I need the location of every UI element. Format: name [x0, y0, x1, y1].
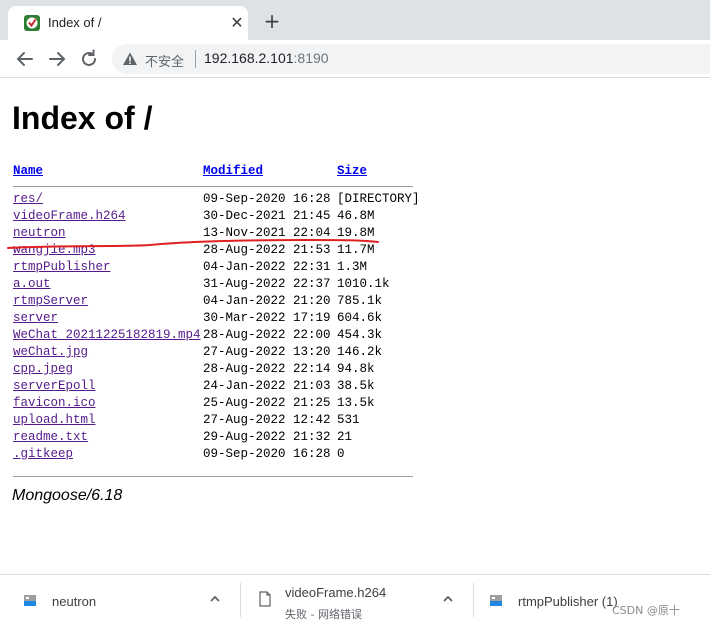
download-status: 失败 - 网络错误	[285, 608, 362, 621]
file-link[interactable]: rtmpPublisher	[13, 259, 111, 276]
download-bar: neutron videoFrame.h264 失败 - 网络错误 rtmpPu…	[0, 574, 710, 624]
download-name: videoFrame.h264	[285, 585, 387, 600]
file-size: 46.8M	[337, 209, 375, 223]
file-size: 1010.1k	[337, 277, 390, 291]
browser-tab[interactable]: Index of / ✕	[8, 6, 248, 40]
file-size: 13.5k	[337, 396, 375, 410]
modified-date: 28-Aug-2022 21:53	[203, 243, 331, 257]
file-link[interactable]: videoFrame.h264	[13, 208, 126, 225]
toolbar: 不安全 192.168.2.101:8190	[0, 40, 710, 78]
security-label[interactable]: 不安全	[145, 51, 184, 70]
modified-date: 27-Aug-2022 12:42	[203, 413, 331, 427]
file-link[interactable]: neutron	[13, 225, 66, 242]
file-link[interactable]: res/	[13, 191, 43, 208]
url-text[interactable]: 192.168.2.101:8190	[204, 50, 329, 66]
file-size: 21	[337, 430, 353, 444]
file-link[interactable]: WeChat_20211225182819.mp4	[13, 327, 201, 344]
file-link[interactable]: readme.txt	[13, 429, 88, 446]
divider	[13, 186, 413, 187]
server-signature: Mongoose/6.18	[12, 487, 123, 504]
modified-date: 13-Nov-2021 22:04	[203, 226, 331, 240]
modified-date: 31-Aug-2022 22:37	[203, 277, 331, 291]
modified-date: 30-Dec-2021 21:45	[203, 209, 331, 223]
file-size: 1.3M	[337, 260, 368, 274]
file-size: 11.7M	[337, 243, 375, 257]
modified-date: 29-Aug-2022 21:32	[203, 430, 331, 444]
sort-by-size-link[interactable]: Size	[337, 163, 367, 180]
file-icon	[24, 595, 36, 606]
file-size: 0	[337, 447, 345, 461]
page-content: Index of / Name Modified Size res/09-Sep…	[0, 78, 710, 574]
modified-date: 04-Jan-2022 22:31	[203, 260, 331, 274]
watermark: CSDN @原十	[612, 604, 680, 617]
file-link[interactable]: upload.html	[13, 412, 96, 429]
chevron-up-icon[interactable]	[441, 592, 455, 606]
file-size: 38.5k	[337, 379, 375, 393]
file-link[interactable]: server	[13, 310, 58, 327]
file-link[interactable]: serverEpoll	[13, 378, 96, 395]
tab-title: Index of /	[48, 15, 102, 30]
file-size: 454.3k	[337, 328, 383, 342]
modified-date: 28-Aug-2022 22:00	[203, 328, 331, 342]
file-size: [DIRECTORY]	[337, 192, 420, 206]
warning-icon[interactable]	[122, 51, 138, 67]
sort-by-modified-link[interactable]: Modified	[203, 163, 263, 180]
forward-icon[interactable]	[46, 48, 68, 70]
file-icon	[490, 595, 502, 606]
file-link[interactable]: favicon.ico	[13, 395, 96, 412]
file-link[interactable]: a.out	[13, 276, 51, 293]
file-link[interactable]: .gitkeep	[13, 446, 73, 463]
file-size: 94.8k	[337, 362, 375, 376]
file-size: 531	[337, 413, 360, 427]
file-link[interactable]: rtmpServer	[13, 293, 88, 310]
file-size: 785.1k	[337, 294, 383, 308]
file-link[interactable]: wangjie.mp3	[13, 242, 96, 259]
file-link[interactable]: weChat.jpg	[13, 344, 88, 361]
file-size: 146.2k	[337, 345, 383, 359]
document-icon	[259, 591, 271, 607]
plus-icon[interactable]: +	[262, 11, 282, 31]
file-size: 19.8M	[337, 226, 375, 240]
file-size: 604.6k	[337, 311, 383, 325]
divider	[13, 476, 413, 477]
modified-date: 28-Aug-2022 22:14	[203, 362, 331, 376]
sort-by-name-link[interactable]: Name	[13, 163, 43, 180]
modified-date: 24-Jan-2022 21:03	[203, 379, 331, 393]
modified-date: 30-Mar-2022 17:19	[203, 311, 331, 325]
modified-date: 09-Sep-2020 16:28	[203, 447, 331, 461]
divider	[195, 50, 196, 68]
back-icon[interactable]	[14, 48, 36, 70]
modified-date: 09-Sep-2020 16:28	[203, 192, 331, 206]
download-item[interactable]: neutron	[0, 575, 240, 624]
file-link[interactable]: cpp.jpeg	[13, 361, 73, 378]
download-item[interactable]: videoFrame.h264 失败 - 网络错误	[241, 575, 473, 624]
modified-date: 25-Aug-2022 21:25	[203, 396, 331, 410]
tab-strip: Index of / ✕ +	[0, 0, 710, 40]
modified-date: 27-Aug-2022 13:20	[203, 345, 331, 359]
favicon-icon	[24, 15, 40, 31]
address-bar[interactable]: 不安全 192.168.2.101:8190	[112, 44, 710, 74]
page-title: Index of /	[12, 100, 153, 136]
reload-icon[interactable]	[78, 48, 100, 70]
download-name: rtmpPublisher (1)	[518, 594, 618, 609]
close-icon[interactable]: ✕	[228, 14, 246, 32]
url-port: :8190	[293, 50, 329, 66]
chevron-up-icon[interactable]	[208, 592, 222, 606]
modified-date: 04-Jan-2022 21:20	[203, 294, 331, 308]
download-name: neutron	[52, 594, 97, 609]
url-host: 192.168.2.101	[204, 50, 294, 66]
